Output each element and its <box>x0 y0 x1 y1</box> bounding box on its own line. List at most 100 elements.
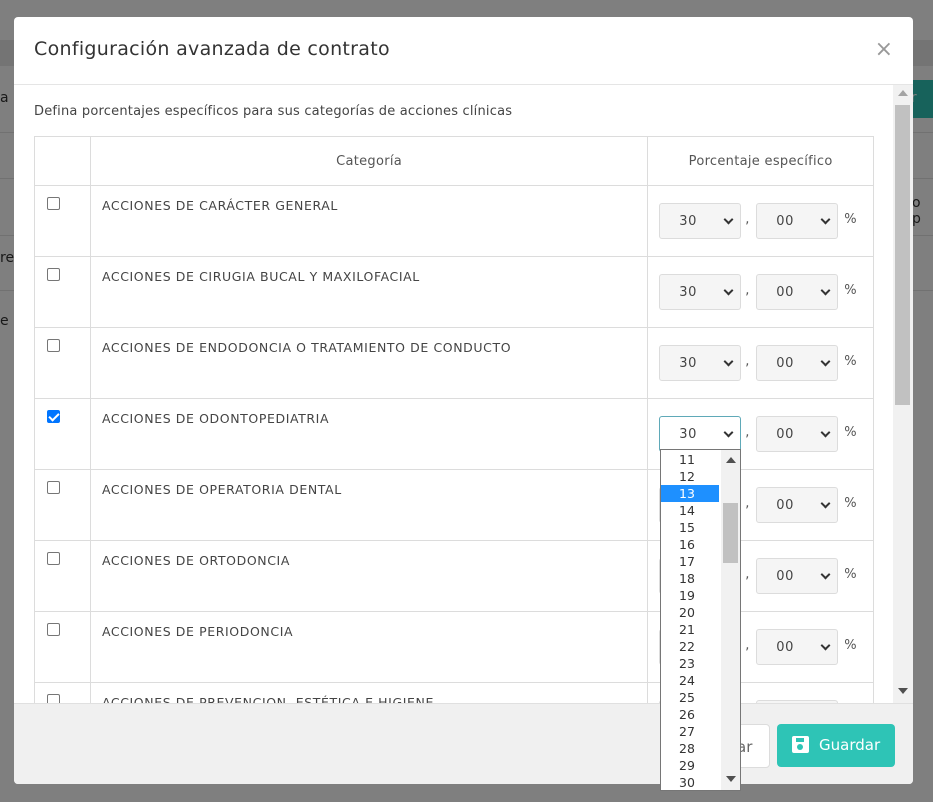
percent-sign: % <box>844 212 858 227</box>
row-select-cell <box>34 327 91 399</box>
percentage-decimal-select[interactable]: 00 <box>756 558 839 594</box>
chevron-down-icon <box>820 640 831 651</box>
dropdown-option[interactable]: 27 <box>661 723 719 740</box>
decimal-separator: , <box>745 638 750 653</box>
modal-scrollbar[interactable] <box>893 85 913 703</box>
dropdown-scrollbar[interactable] <box>721 450 740 790</box>
percentage-decimal-value: 00 <box>776 498 794 513</box>
chevron-down-icon <box>723 285 734 296</box>
percent-sign: % <box>844 283 858 298</box>
modal-footer: ar Guardar <box>14 703 913 784</box>
dropdown-option[interactable]: 14 <box>661 502 719 519</box>
percentage-decimal-select[interactable]: 00 <box>756 416 839 452</box>
dropdown-option[interactable]: 30 <box>661 774 719 790</box>
row-checkbox[interactable] <box>47 694 60 703</box>
category-label: ACCIONES DE CIRUGIA BUCAL Y MAXILOFACIAL <box>101 269 420 284</box>
header-select <box>34 136 91 186</box>
category-label: ACCIONES DE PERIODONCIA <box>101 624 294 639</box>
decimal-separator: , <box>745 354 750 369</box>
row-percentage-cell: 30, 00% <box>647 256 874 328</box>
percentage-decimal-select[interactable]: 00 <box>756 203 839 239</box>
dropdown-option[interactable]: 28 <box>661 740 719 757</box>
percentage-integer-select[interactable]: 30 <box>659 274 742 310</box>
decimal-separator: , <box>745 425 750 440</box>
save-button[interactable]: Guardar <box>777 724 895 767</box>
row-checkbox[interactable] <box>47 552 60 565</box>
percentage-decimal-value: 00 <box>776 285 794 300</box>
category-label: ACCIONES DE PREVENCION, ESTÉTICA E HIGIE… <box>101 695 434 703</box>
row-checkbox[interactable] <box>47 339 60 352</box>
modal-title: Configuración avanzada de contrato <box>34 38 390 60</box>
dropdown-option[interactable]: 13 <box>661 485 719 502</box>
percent-sign: % <box>844 354 858 369</box>
row-category-cell: ACCIONES DE ENDODONCIA O TRATAMIENTO DE … <box>89 327 649 399</box>
row-category-cell: ACCIONES DE CIRUGIA BUCAL Y MAXILOFACIAL <box>89 256 649 328</box>
row-percentage-cell: 30, 00% <box>647 327 874 399</box>
percentage-integer-value: 30 <box>679 214 697 229</box>
chevron-down-icon <box>820 569 831 580</box>
dropdown-option[interactable]: 16 <box>661 536 719 553</box>
chevron-down-icon <box>723 356 734 367</box>
row-checkbox[interactable] <box>47 268 60 281</box>
dropdown-option[interactable]: 26 <box>661 706 719 723</box>
row-select-cell <box>34 185 91 257</box>
dropdown-option[interactable]: 22 <box>661 638 719 655</box>
percentage-decimal-select[interactable]: 00 <box>756 629 839 665</box>
scroll-up-icon[interactable] <box>726 457 736 463</box>
row-checkbox[interactable] <box>47 481 60 494</box>
percentage-integer-select[interactable]: 30 <box>659 345 742 381</box>
dropdown-option[interactable]: 18 <box>661 570 719 587</box>
category-label: ACCIONES DE OPERATORIA DENTAL <box>101 482 342 497</box>
table-header-row: Categoría Porcentaje específico <box>34 136 874 186</box>
percent-sign: % <box>844 567 858 582</box>
dropdown-option[interactable]: 29 <box>661 757 719 774</box>
dropdown-option[interactable]: 24 <box>661 672 719 689</box>
scroll-up-icon[interactable] <box>898 90 908 96</box>
table-row: ACCIONES DE ODONTOPEDIATRIA 30, 00% <box>34 398 874 470</box>
category-label: ACCIONES DE ORTODONCIA <box>101 553 290 568</box>
row-checkbox[interactable] <box>47 197 60 210</box>
dropdown-option[interactable]: 15 <box>661 519 719 536</box>
row-checkbox[interactable] <box>47 623 60 636</box>
percentage-decimal-select[interactable]: 00 <box>756 487 839 523</box>
chevron-down-icon <box>820 356 831 367</box>
row-select-cell <box>34 682 91 703</box>
dropdown-option[interactable]: 25 <box>661 689 719 706</box>
dropdown-option[interactable]: 21 <box>661 621 719 638</box>
percentage-decimal-select[interactable]: 00 <box>756 274 839 310</box>
row-category-cell: ACCIONES DE PREVENCION, ESTÉTICA E HIGIE… <box>89 682 649 703</box>
row-category-cell: ACCIONES DE OPERATORIA DENTAL <box>89 469 649 541</box>
percentage-dropdown-list[interactable]: 11 12 13 14 15 16 17 18 19 20 21 22 23 24 25 26 27 28 29 30 <box>660 449 741 791</box>
percentage-decimal-value: 00 <box>776 356 794 371</box>
dropdown-option[interactable]: 19 <box>661 587 719 604</box>
close-icon[interactable]: × <box>875 39 893 61</box>
save-button-label: Guardar <box>819 736 881 754</box>
decimal-separator: , <box>745 283 750 298</box>
category-label: ACCIONES DE CARÁCTER GENERAL <box>101 198 338 213</box>
scroll-down-icon[interactable] <box>726 776 736 782</box>
modal-header: Configuración avanzada de contrato × <box>14 17 913 85</box>
table-row: ACCIONES DE CIRUGIA BUCAL Y MAXILOFACIAL… <box>34 256 874 328</box>
dropdown-option[interactable]: 20 <box>661 604 719 621</box>
percent-sign: % <box>844 496 858 511</box>
row-checkbox[interactable] <box>47 410 60 423</box>
dropdown-option[interactable]: 23 <box>661 655 719 672</box>
percentage-integer-select[interactable]: 30 <box>659 416 742 452</box>
decimal-separator: , <box>745 212 750 227</box>
percentage-integer-value: 30 <box>679 427 697 442</box>
scroll-thumb[interactable] <box>895 105 910 405</box>
dropdown-option[interactable]: 11 <box>661 451 719 468</box>
decimal-separator: , <box>745 567 750 582</box>
dropdown-option[interactable]: 12 <box>661 468 719 485</box>
table-row: ACCIONES DE PREVENCION, ESTÉTICA E HIGIE… <box>34 682 874 703</box>
dropdown-option[interactable]: 17 <box>661 553 719 570</box>
chevron-down-icon <box>723 214 734 225</box>
row-select-cell <box>34 540 91 612</box>
percentage-decimal-select[interactable]: 00 <box>756 345 839 381</box>
dropdown-scroll-thumb[interactable] <box>723 503 738 563</box>
percentage-integer-value: 30 <box>679 356 697 371</box>
percentage-integer-select[interactable]: 30 <box>659 203 742 239</box>
row-percentage-cell: 30, 00% <box>647 185 874 257</box>
scroll-down-icon[interactable] <box>898 688 908 694</box>
contract-config-modal: Configuración avanzada de contrato × Def… <box>14 17 913 784</box>
